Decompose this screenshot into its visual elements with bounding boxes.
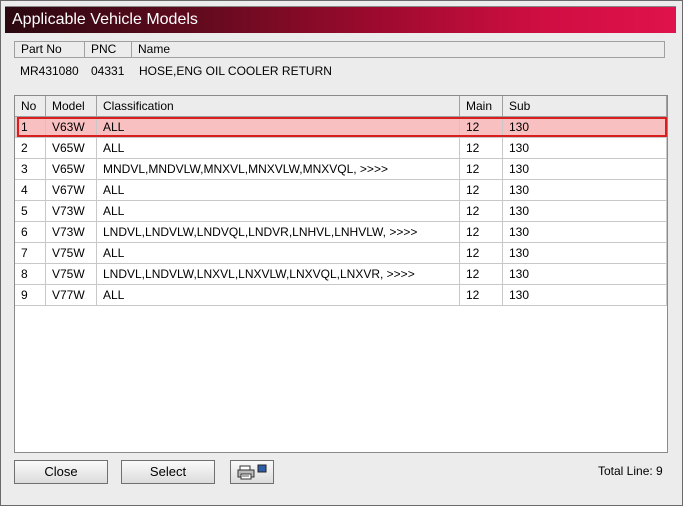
cell-classification: ALL [97, 201, 460, 222]
cell-classification: ALL [97, 285, 460, 306]
cell-classification: ALL [97, 243, 460, 264]
table-row[interactable]: 1 V63W ALL 12 130 [15, 117, 667, 138]
cell-no: 4 [15, 180, 46, 201]
table-row[interactable]: 4 V67W ALL 12 130 [15, 180, 667, 201]
cell-model: V73W [46, 201, 97, 222]
cell-model: V75W [46, 243, 97, 264]
cell-main: 12 [460, 180, 503, 201]
cell-sub: 130 [503, 264, 667, 285]
total-line-status: Total Line: 9 [598, 464, 663, 478]
table-row[interactable]: 3 V65W MNDVL,MNDVLW,MNXVL,MNXVLW,MNXVQL, >… [15, 159, 667, 180]
cell-main: 12 [460, 159, 503, 180]
cell-no: 7 [15, 243, 46, 264]
cell-sub: 130 [503, 201, 667, 222]
cell-model: V63W [46, 117, 97, 138]
column-header-model[interactable]: Model [46, 96, 97, 117]
cell-no: 9 [15, 285, 46, 306]
cell-model: V73W [46, 222, 97, 243]
pnc-header: PNC [85, 41, 132, 58]
cell-classification: ALL [97, 117, 460, 138]
cell-classification: ALL [97, 138, 460, 159]
cell-main: 12 [460, 243, 503, 264]
table-row[interactable]: 8 V75W LNDVL,LNDVLW,LNXVL,LNXVLW,LNXVQL,LN… [15, 264, 667, 285]
column-header-no[interactable]: No [15, 96, 46, 117]
print-button[interactable] [230, 460, 274, 484]
cell-main: 12 [460, 222, 503, 243]
table-row[interactable]: 9 V77W ALL 12 130 [15, 285, 667, 306]
cell-model: V65W [46, 159, 97, 180]
cell-no: 8 [15, 264, 46, 285]
cell-no: 3 [15, 159, 46, 180]
column-header-sub[interactable]: Sub [503, 96, 667, 117]
cell-sub: 130 [503, 159, 667, 180]
cell-main: 12 [460, 138, 503, 159]
cell-no: 6 [15, 222, 46, 243]
table-row[interactable]: 7 V75W ALL 12 130 [15, 243, 667, 264]
part-name-value: HOSE,ENG OIL COOLER RETURN [139, 64, 332, 78]
cell-classification: ALL [97, 180, 460, 201]
printer-icon [237, 464, 267, 487]
cell-sub: 130 [503, 243, 667, 264]
column-header-main[interactable]: Main [460, 96, 503, 117]
cell-classification: MNDVL,MNDVLW,MNXVL,MNXVLW,MNXVQL, >>>> [97, 159, 460, 180]
applicable-vehicle-models-window: Applicable Vehicle Models Part No PNC Na… [0, 0, 683, 506]
cell-model: V65W [46, 138, 97, 159]
cell-sub: 130 [503, 222, 667, 243]
cell-main: 12 [460, 201, 503, 222]
cell-sub: 130 [503, 180, 667, 201]
cell-sub: 130 [503, 138, 667, 159]
cell-main: 12 [460, 285, 503, 306]
part-info-panel: Part No PNC Name MR431080 04331 HOSE,ENG… [14, 38, 667, 90]
vehicle-models-grid[interactable]: No Model Classification Main Sub 1 V63W AL… [14, 95, 668, 453]
pnc-value: 04331 [91, 64, 125, 78]
cell-main: 12 [460, 117, 503, 138]
cell-no: 2 [15, 138, 46, 159]
cell-model: V77W [46, 285, 97, 306]
cell-sub: 130 [503, 285, 667, 306]
part-no-header: Part No [14, 41, 85, 58]
table-row[interactable]: 6 V73W LNDVL,LNDVLW,LNDVQL,LNDVR,LNHVL,LNH… [15, 222, 667, 243]
cell-model: V75W [46, 264, 97, 285]
cell-no: 1 [15, 117, 46, 138]
cell-no: 5 [15, 201, 46, 222]
cell-classification: LNDVL,LNDVLW,LNDVQL,LNDVR,LNHVL,LNHVLW, … [97, 222, 460, 243]
table-row[interactable]: 5 V73W ALL 12 130 [15, 201, 667, 222]
close-button[interactable]: Close [14, 460, 108, 484]
select-button[interactable]: Select [121, 460, 215, 484]
cell-sub: 130 [503, 117, 667, 138]
cell-model: V67W [46, 180, 97, 201]
cell-main: 12 [460, 264, 503, 285]
table-row[interactable]: 2 V65W ALL 12 130 [15, 138, 667, 159]
part-no-value: MR431080 [20, 64, 79, 78]
name-header: Name [132, 41, 665, 58]
window-title: Applicable Vehicle Models [12, 11, 198, 28]
column-header-classification[interactable]: Classification [97, 96, 460, 117]
title-bar[interactable]: Applicable Vehicle Models [5, 6, 676, 33]
cell-classification: LNDVL,LNDVLW,LNXVL,LNXVLW,LNXVQL,LNXVR, … [97, 264, 460, 285]
